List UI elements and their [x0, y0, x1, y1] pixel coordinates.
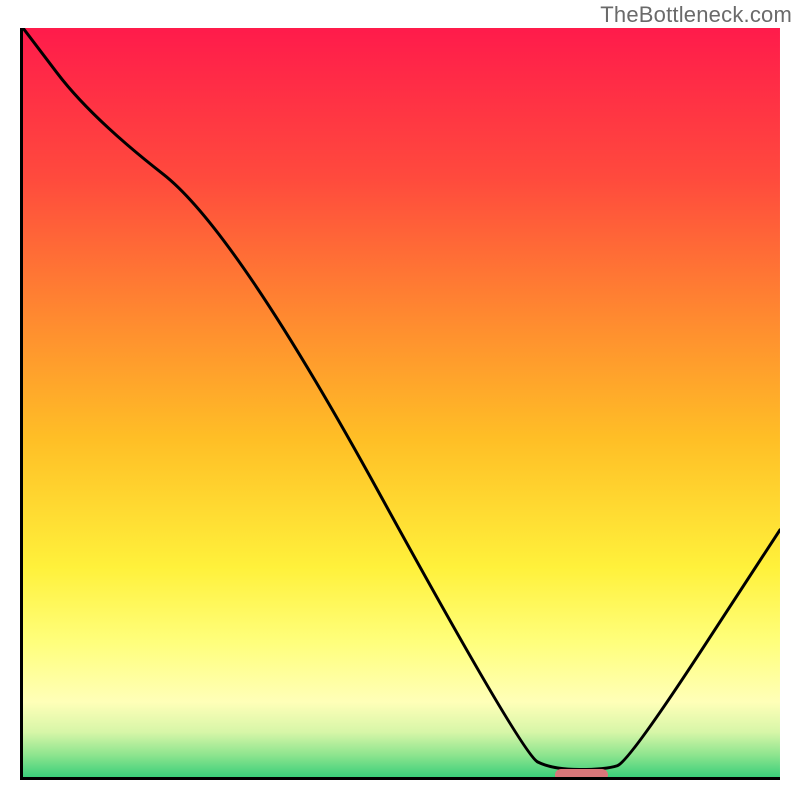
optimal-range-marker: [555, 769, 608, 780]
bottleneck-curve: [23, 28, 780, 777]
plot-area: [20, 28, 780, 780]
watermark-text: TheBottleneck.com: [600, 2, 792, 28]
chart-container: TheBottleneck.com: [0, 0, 800, 800]
